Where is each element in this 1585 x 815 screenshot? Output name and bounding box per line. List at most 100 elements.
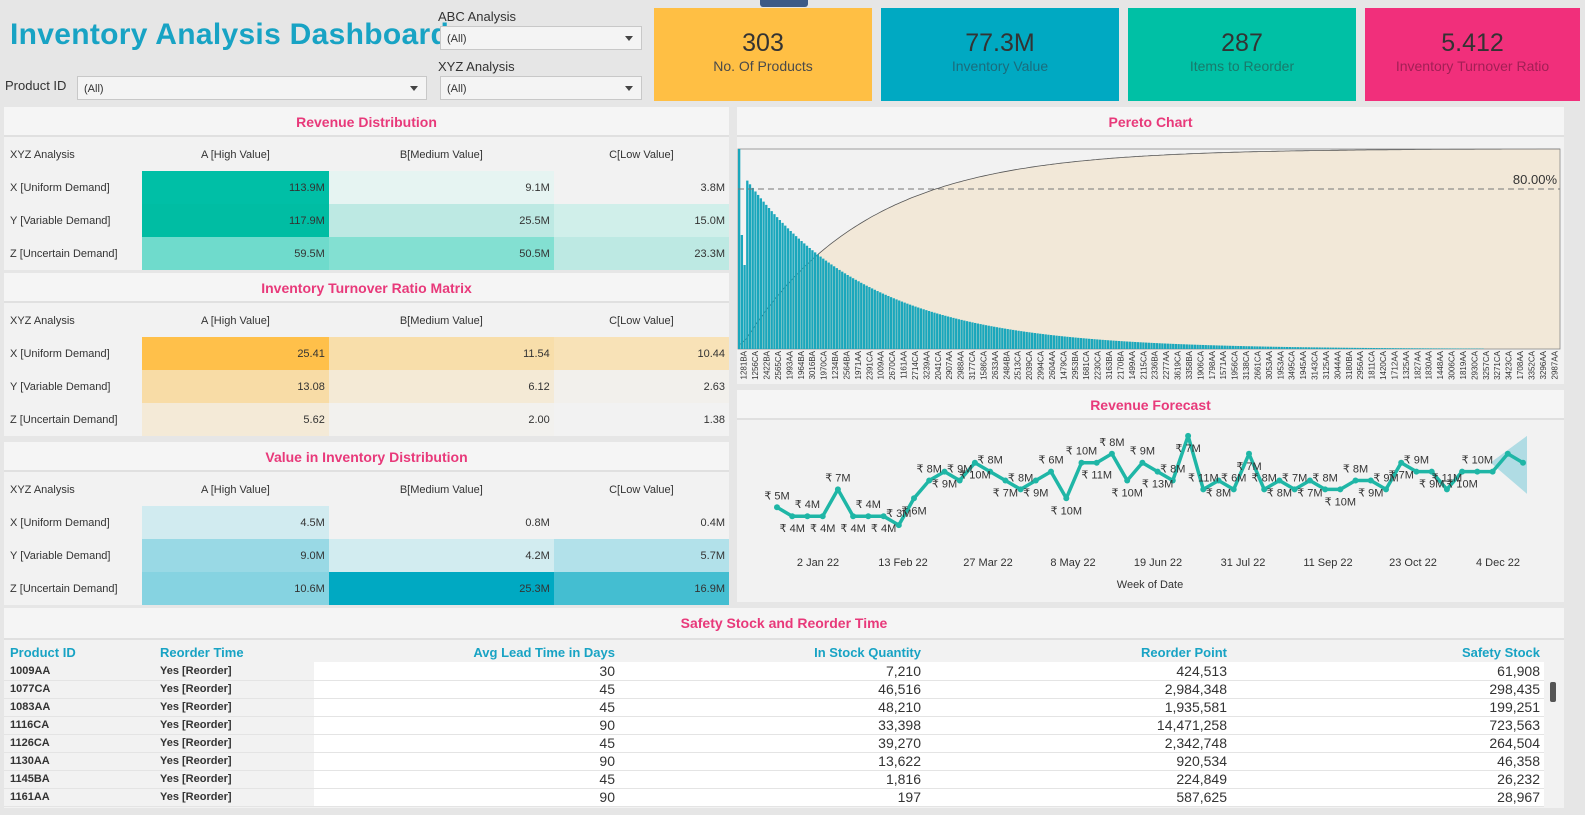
forecast-point[interactable] <box>1474 468 1481 475</box>
toolbar-handle-icon[interactable] <box>760 0 808 7</box>
pareto-bar[interactable] <box>1049 335 1053 349</box>
pareto-bar[interactable] <box>1044 334 1047 349</box>
matrix-cell[interactable]: 5.7M <box>553 539 729 572</box>
pareto-bar[interactable] <box>1125 341 1129 350</box>
pareto-bar[interactable] <box>1201 344 1205 349</box>
pareto-bar[interactable] <box>1082 338 1085 349</box>
pareto-bar[interactable] <box>884 294 887 349</box>
matrix-cell[interactable]: 11.54 <box>328 337 554 370</box>
pareto-bar[interactable] <box>1090 338 1093 349</box>
pareto-bar[interactable] <box>1063 336 1066 349</box>
forecast-point[interactable] <box>1048 468 1054 475</box>
pareto-bar[interactable] <box>811 250 814 349</box>
pareto-bar[interactable] <box>1402 348 1405 349</box>
forecast-point[interactable] <box>1383 486 1389 493</box>
matrix-cell[interactable]: 1.38 <box>553 403 729 436</box>
pareto-bar[interactable] <box>987 325 990 349</box>
pareto-bar[interactable] <box>1424 348 1427 349</box>
pareto-bar[interactable] <box>1416 348 1419 349</box>
pareto-bar[interactable] <box>754 191 757 349</box>
pareto-bar[interactable] <box>1204 345 1207 349</box>
pareto-bar[interactable] <box>1025 331 1028 349</box>
matrix-cell[interactable]: 113.9M <box>142 171 329 204</box>
pareto-bar[interactable] <box>1256 346 1259 349</box>
pareto-bar[interactable] <box>1372 348 1376 349</box>
matrix-cell[interactable]: 9.0M <box>142 539 329 572</box>
pareto-bar[interactable] <box>1272 346 1275 349</box>
pareto-bar[interactable] <box>946 316 950 349</box>
pareto-bar[interactable] <box>1174 343 1178 349</box>
pareto-bar[interactable] <box>870 288 874 349</box>
pareto-bar[interactable] <box>1191 344 1194 349</box>
pareto-bar[interactable] <box>1215 345 1218 349</box>
table-row[interactable]: 1130AA Yes [Reorder] 90 13,622 920,534 46,358 <box>4 752 1544 771</box>
forecast-point[interactable] <box>895 522 902 529</box>
matrix-cell[interactable]: 0.4M <box>553 506 729 539</box>
pareto-bar[interactable] <box>805 245 809 349</box>
pareto-bar[interactable] <box>908 304 912 349</box>
pareto-bar[interactable] <box>1332 347 1335 349</box>
pareto-bar[interactable] <box>1242 346 1245 349</box>
pareto-bar[interactable] <box>827 262 830 349</box>
pareto-bar[interactable] <box>1283 346 1286 349</box>
forecast-point[interactable] <box>1063 495 1070 502</box>
pareto-bar[interactable] <box>1001 328 1004 349</box>
pareto-bar[interactable] <box>938 314 942 349</box>
pareto-bar[interactable] <box>1220 345 1224 349</box>
pareto-bar[interactable] <box>765 204 768 349</box>
matrix-cell[interactable]: 23.3M <box>553 237 729 270</box>
pareto-bar[interactable] <box>1408 348 1411 349</box>
pareto-bar[interactable] <box>1093 339 1096 349</box>
pareto-bar[interactable] <box>1367 347 1370 349</box>
pareto-bar[interactable] <box>873 289 876 349</box>
pareto-bar[interactable] <box>876 291 879 349</box>
pareto-bar[interactable] <box>993 326 996 349</box>
scrollbar-thumb[interactable] <box>1550 682 1556 702</box>
xyz-filter-dropdown[interactable]: (All) <box>440 76 642 100</box>
pareto-bar[interactable] <box>1421 348 1424 349</box>
pareto-bar[interactable] <box>968 321 971 349</box>
pareto-bar[interactable] <box>914 306 917 349</box>
pareto-bar[interactable] <box>1210 345 1213 349</box>
pareto-bar[interactable] <box>792 233 795 349</box>
pareto-bar[interactable] <box>1310 347 1313 349</box>
pareto-bar[interactable] <box>1071 337 1074 349</box>
pareto-bar[interactable] <box>1109 340 1112 349</box>
matrix-cell[interactable]: 9.1M <box>328 171 554 204</box>
pareto-bar[interactable] <box>854 279 857 349</box>
pareto-bar[interactable] <box>832 266 836 349</box>
pareto-bar[interactable] <box>1364 347 1367 349</box>
pareto-bar[interactable] <box>1267 346 1270 349</box>
pareto-bar[interactable] <box>1115 340 1118 349</box>
pareto-bar[interactable] <box>775 217 779 349</box>
pareto-bar[interactable] <box>1101 339 1104 349</box>
pareto-bar[interactable] <box>800 241 803 349</box>
pareto-bar[interactable] <box>903 302 906 349</box>
pareto-bar[interactable] <box>1150 342 1153 349</box>
pareto-bar[interactable] <box>1087 338 1091 349</box>
pareto-bar[interactable] <box>784 225 787 349</box>
pareto-bar[interactable] <box>1104 340 1107 349</box>
table-row[interactable]: 1126CA Yes [Reorder] 45 39,270 2,342,748 264,… <box>4 734 1544 753</box>
table-column-header[interactable]: Reorder Time <box>154 642 314 662</box>
pareto-bar[interactable] <box>971 322 974 349</box>
forecast-point[interactable] <box>1489 468 1496 475</box>
pareto-bar[interactable] <box>892 298 895 349</box>
pareto-bar[interactable] <box>1248 346 1251 349</box>
pareto-bar[interactable] <box>1291 347 1294 349</box>
forecast-point[interactable] <box>1139 459 1146 466</box>
forecast-point[interactable] <box>911 495 917 502</box>
pareto-bar[interactable] <box>1315 347 1319 349</box>
pareto-bar[interactable] <box>930 311 933 349</box>
pareto-bar[interactable] <box>1258 346 1262 349</box>
matrix-cell[interactable]: 25.41 <box>142 337 329 370</box>
forecast-point[interactable] <box>1093 459 1100 466</box>
pareto-bar[interactable] <box>1134 341 1137 349</box>
pareto-bar[interactable] <box>1172 343 1175 349</box>
pareto-bar[interactable] <box>846 275 849 349</box>
pareto-bar[interactable] <box>1410 348 1414 349</box>
pareto-bar[interactable] <box>1193 344 1197 349</box>
table-row[interactable]: 1009AA Yes [Reorder] 30 7,210 424,513 61,908 <box>4 662 1544 681</box>
pareto-bar[interactable] <box>1337 347 1340 349</box>
pareto-bar[interactable] <box>1418 348 1422 349</box>
